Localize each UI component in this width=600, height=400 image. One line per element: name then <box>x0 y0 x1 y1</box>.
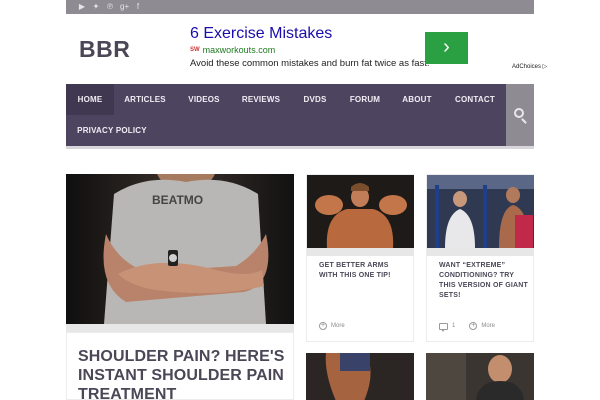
ad-url[interactable]: maxworkouts.com <box>203 45 276 55</box>
featured-separator <box>66 324 294 332</box>
site-logo[interactable]: BBR <box>79 36 130 63</box>
nav-item-articles[interactable]: ARTICLES <box>120 84 170 115</box>
article-card-image[interactable] <box>306 353 414 400</box>
card-photo <box>427 175 534 248</box>
featured-title[interactable]: SHOULDER PAIN? HERE'S INSTANT SHOULDER P… <box>78 347 293 400</box>
main-nav: HOME ARTICLES VIDEOS REVIEWS DVDS FORUM … <box>66 84 506 146</box>
card-photo <box>306 353 414 400</box>
nav-item-reviews[interactable]: REVIEWS <box>238 84 284 115</box>
nav-item-privacy-policy[interactable]: PRIVACY POLICY <box>72 115 152 146</box>
search-button[interactable] <box>506 84 534 146</box>
card-meta: 1 + More <box>439 322 495 332</box>
plus-icon[interactable]: + <box>319 322 327 330</box>
nav-item-videos[interactable]: VIDEOS <box>182 84 226 115</box>
featured-photo: BEATMO <box>66 174 294 324</box>
featured-article[interactable]: BEATMO SHOULDER PAIN? HERE'S INSTANT SHO… <box>66 174 294 400</box>
social-icons: ▶ ✦ ℗ g+ f <box>78 2 142 12</box>
svg-text:BEATMO: BEATMO <box>152 193 203 207</box>
youtube-icon[interactable]: ▶ <box>78 2 86 12</box>
featured-caption: SHOULDER PAIN? HERE'S INSTANT SHOULDER P… <box>66 332 294 400</box>
adchoices-link[interactable]: AdChoices ▷ <box>512 63 547 70</box>
article-card[interactable]: GET BETTER ARMS WITH THIS ONE TIP! + Mor… <box>306 174 414 342</box>
card-photo <box>307 175 414 248</box>
nav-item-home[interactable]: HOME <box>66 84 114 115</box>
ad-banner: 6 Exercise Mistakes SW maxworkouts.com A… <box>190 25 550 75</box>
nav-divider <box>66 146 534 149</box>
card-meta: + More <box>319 322 345 330</box>
ad-favicon-icon: SW <box>190 47 200 53</box>
nav-item-dvds[interactable]: DVDS <box>298 84 332 115</box>
article-card-image[interactable] <box>426 353 534 400</box>
ad-arrow-button[interactable]: › <box>425 32 468 64</box>
google-plus-icon[interactable]: g+ <box>120 2 129 12</box>
ad-description: Avoid these common mistakes and burn fat… <box>190 58 430 69</box>
card-image[interactable] <box>427 175 534 248</box>
twitter-icon[interactable]: ✦ <box>92 2 100 12</box>
comment-count[interactable]: 1 <box>452 323 455 329</box>
featured-image[interactable]: BEATMO <box>66 174 294 324</box>
search-icon <box>514 108 524 118</box>
comment-icon[interactable] <box>439 322 448 332</box>
more-link[interactable]: More <box>331 323 345 329</box>
card-title[interactable]: WANT “EXTREME” CONDITIONING? TRY THIS VE… <box>439 261 529 301</box>
facebook-icon[interactable]: f <box>134 2 142 12</box>
card-photo <box>426 353 534 400</box>
nav-item-about[interactable]: ABOUT <box>398 84 436 115</box>
ad-url-row: SW maxworkouts.com <box>190 45 275 55</box>
pinterest-icon[interactable]: ℗ <box>106 2 114 12</box>
card-image[interactable] <box>307 175 414 248</box>
card-separator <box>427 248 534 256</box>
more-link[interactable]: More <box>481 323 495 329</box>
article-card[interactable]: WANT “EXTREME” CONDITIONING? TRY THIS VE… <box>426 174 534 342</box>
social-bar: ▶ ✦ ℗ g+ f <box>66 0 534 14</box>
card-separator <box>307 248 414 256</box>
plus-icon[interactable]: + <box>469 322 478 330</box>
card-title[interactable]: GET BETTER ARMS WITH THIS ONE TIP! <box>319 261 409 281</box>
ad-title[interactable]: 6 Exercise Mistakes <box>190 25 332 43</box>
nav-item-forum[interactable]: FORUM <box>344 84 386 115</box>
nav-item-contact[interactable]: CONTACT <box>450 84 500 115</box>
